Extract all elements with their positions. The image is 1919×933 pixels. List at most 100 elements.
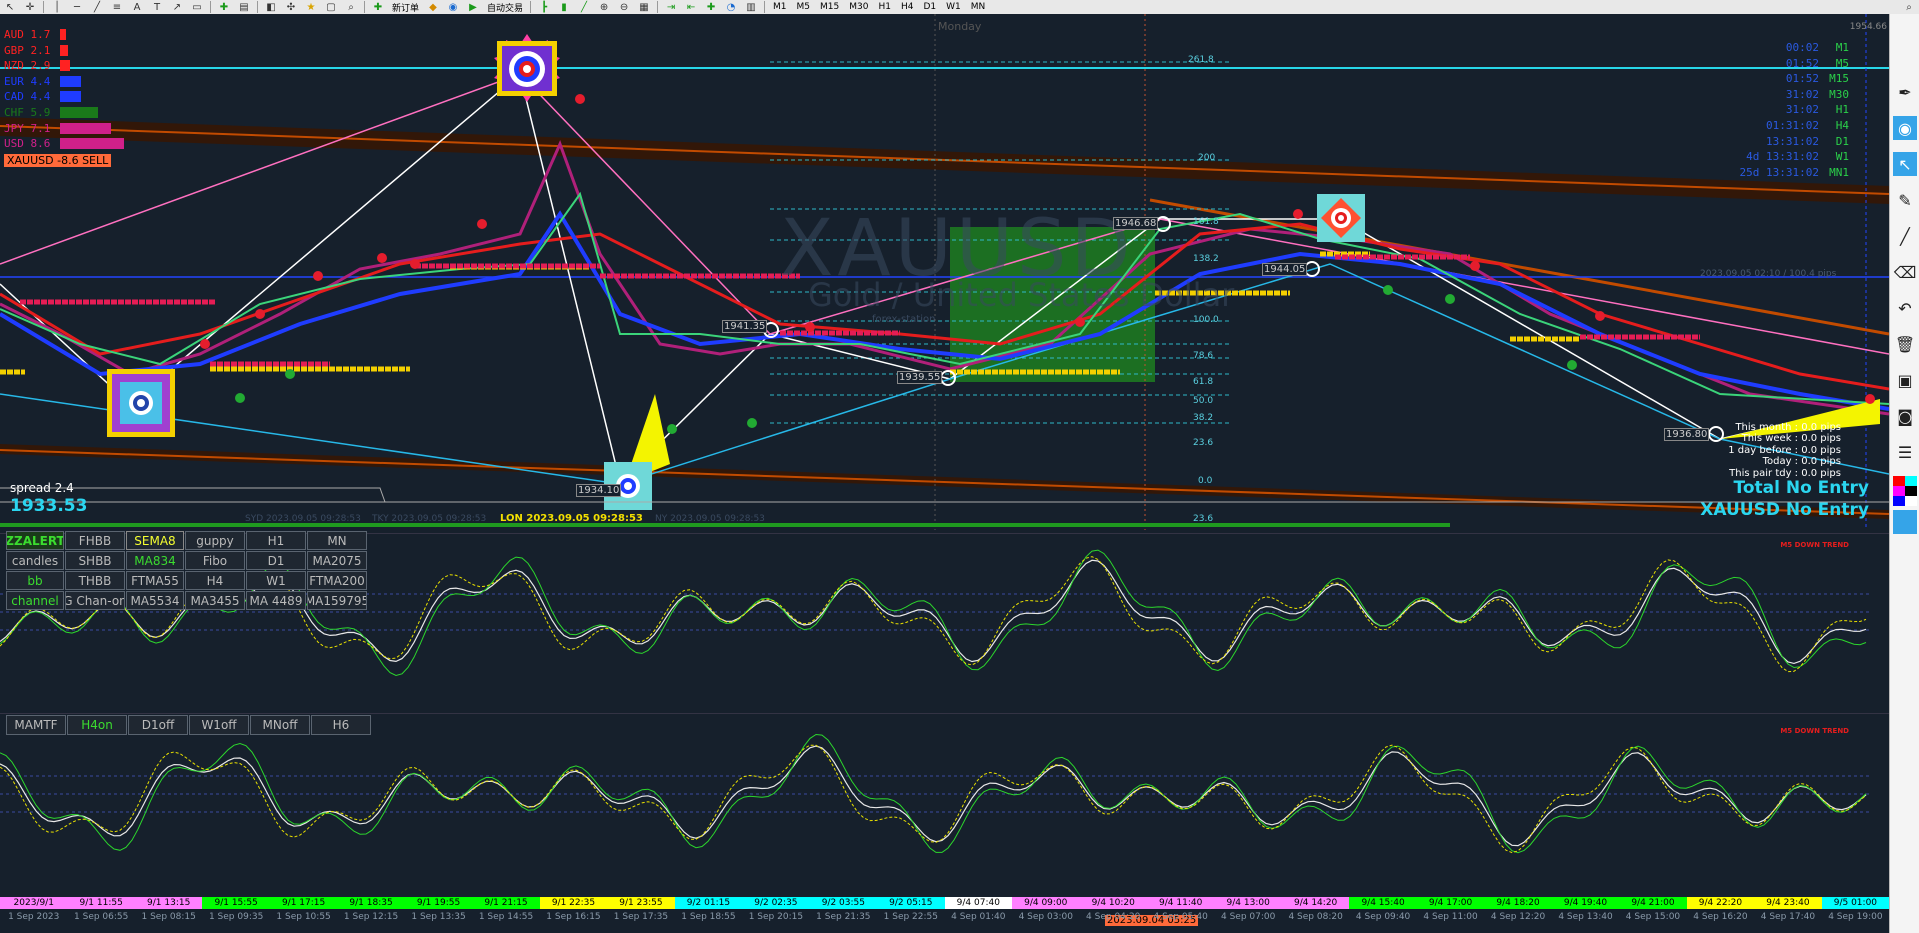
pen-icon[interactable]: ✒ bbox=[1893, 80, 1917, 104]
cursor-icon[interactable]: ↖ bbox=[1893, 152, 1917, 176]
zoom-in-icon[interactable]: ⊕ bbox=[597, 1, 611, 13]
auto-trading-button[interactable]: 自动交易 bbox=[483, 1, 527, 14]
fib-label: 23.6 bbox=[1193, 514, 1214, 524]
brush-icon[interactable]: ✎ bbox=[1893, 188, 1917, 212]
text-icon[interactable]: A bbox=[130, 1, 144, 13]
grid-button-h1[interactable]: H1 bbox=[246, 531, 306, 550]
tf-button-m5[interactable]: M5 bbox=[792, 2, 816, 12]
grid-button-ma3455[interactable]: MA3455 bbox=[185, 591, 245, 610]
mtf-button-h4on[interactable]: H4on bbox=[67, 715, 127, 735]
eye-icon[interactable]: ◉ bbox=[1893, 116, 1917, 140]
eraser-icon[interactable]: ⌫ bbox=[1893, 260, 1917, 284]
list-icon[interactable]: ☰ bbox=[1893, 440, 1917, 464]
camera-icon[interactable]: ◙ bbox=[1893, 404, 1917, 428]
scroll-icon[interactable]: ⇥ bbox=[664, 1, 678, 13]
channel-icon[interactable]: ≡ bbox=[110, 1, 124, 13]
globe-icon[interactable]: ◉ bbox=[446, 1, 460, 13]
trash-icon[interactable]: 🗑 bbox=[1893, 332, 1917, 356]
line-tool-icon[interactable]: ╱ bbox=[1893, 224, 1917, 248]
mtf-button-mamtf[interactable]: MAMTF bbox=[6, 715, 66, 735]
cursor-icon[interactable]: ↖ bbox=[3, 1, 17, 13]
search-icon[interactable]: ⌕ bbox=[1902, 1, 1916, 13]
color-palette-icon[interactable] bbox=[1893, 476, 1917, 506]
mtf-button-h6[interactable]: H6 bbox=[311, 715, 371, 735]
tf-clock-row: 01:52 M15 bbox=[1785, 72, 1849, 86]
add-icon[interactable]: ✚ bbox=[217, 1, 231, 13]
grid-button-ma4489[interactable]: MA 4489 bbox=[246, 591, 306, 610]
grid-button-shbb[interactable]: SHBB bbox=[65, 551, 125, 570]
grid-button-w1[interactable]: W1 bbox=[246, 571, 306, 590]
lower-channel-line bbox=[0, 449, 1889, 515]
mtf-button-d1off[interactable]: D1off bbox=[128, 715, 188, 735]
new-order-button[interactable]: 新订单 bbox=[388, 1, 423, 14]
history-icon[interactable]: ✣ bbox=[284, 1, 298, 13]
metaeditor-icon[interactable]: ◆ bbox=[426, 1, 440, 13]
shift-icon[interactable]: ⇤ bbox=[684, 1, 698, 13]
grid-button-ma159795[interactable]: MA159795 bbox=[307, 591, 367, 610]
candle-chart-icon[interactable]: ▮ bbox=[557, 1, 571, 13]
tf-button-d1[interactable]: D1 bbox=[918, 2, 941, 12]
main-toolbar: ↖ ✛ │ ─ ╱ ≡ A T ↗ ▭ ✚ ▤ ◧ ✣ ★ ▢ ⌕ ✚ 新订单 … bbox=[0, 0, 1919, 15]
tf-button-m30[interactable]: M30 bbox=[844, 2, 873, 12]
save-icon[interactable]: ▣ bbox=[1893, 368, 1917, 392]
grid-button-mn[interactable]: MN bbox=[307, 531, 367, 550]
grid-button-thbb[interactable]: THBB bbox=[65, 571, 125, 590]
grid-button-fhbb[interactable]: FHBB bbox=[65, 531, 125, 550]
tf-button-m1[interactable]: M1 bbox=[768, 2, 792, 12]
pair-no-entry: XAUUSD No Entry bbox=[1700, 500, 1869, 520]
currency-row: USD 8.6 bbox=[4, 137, 51, 151]
crosshair-icon[interactable]: ✛ bbox=[23, 1, 37, 13]
tf-button-h1[interactable]: H1 bbox=[873, 2, 896, 12]
date-label: 4 Sep 16:20 bbox=[1693, 912, 1748, 922]
line-chart-icon[interactable]: ╱ bbox=[577, 1, 591, 13]
indicators-icon[interactable]: ✚ bbox=[704, 1, 718, 13]
mtf-button-mnoff[interactable]: MNoff bbox=[250, 715, 310, 735]
price-chart[interactable]: XAUUSD Gold / United States Dollar forex… bbox=[0, 14, 1889, 530]
grid-button-bb[interactable]: bb bbox=[6, 571, 64, 590]
grid-button-h4[interactable]: H4 bbox=[185, 571, 245, 590]
tf-button-h4[interactable]: H4 bbox=[896, 2, 919, 12]
grid-button-gchan[interactable]: G Chan-on bbox=[65, 591, 125, 610]
color-swatch-icon[interactable] bbox=[1893, 510, 1917, 534]
template-icon[interactable]: ▥ bbox=[744, 1, 758, 13]
hline-icon[interactable]: ─ bbox=[70, 1, 84, 13]
ticker-segment: 9/2 03:55 bbox=[809, 897, 878, 909]
label-icon[interactable]: T bbox=[150, 1, 164, 13]
grid-button-ma2075[interactable]: MA2075 bbox=[307, 551, 367, 570]
trendline-icon[interactable]: ╱ bbox=[90, 1, 104, 13]
mtf-button-w1off[interactable]: W1off bbox=[189, 715, 249, 735]
fib-label: 100.0 bbox=[1193, 315, 1219, 325]
search-icon[interactable]: ⌕ bbox=[344, 1, 358, 13]
grid-button-ma5534[interactable]: MA5534 bbox=[126, 591, 184, 610]
star-icon[interactable]: ★ bbox=[304, 1, 318, 13]
profiles-icon[interactable]: ◧ bbox=[264, 1, 278, 13]
zoom-out-icon[interactable]: ⊖ bbox=[617, 1, 631, 13]
grid-button-sema8[interactable]: SEMA8 bbox=[126, 531, 184, 550]
grid-button-candles[interactable]: candles bbox=[6, 551, 64, 570]
ticker-segment: 9/4 14:20 bbox=[1281, 897, 1350, 909]
undo-icon[interactable]: ↶ bbox=[1893, 296, 1917, 320]
grid-button-zzalert[interactable]: ZZALERT bbox=[6, 531, 64, 550]
vline-icon[interactable]: │ bbox=[50, 1, 64, 13]
shapes-icon[interactable]: ▭ bbox=[190, 1, 204, 13]
period-icon[interactable]: ◔ bbox=[724, 1, 738, 13]
tile-icon[interactable]: ▦ bbox=[637, 1, 651, 13]
grid-button-ma834[interactable]: MA834 bbox=[126, 551, 184, 570]
folder-icon[interactable]: ▢ bbox=[324, 1, 338, 13]
grid-button-ftma55[interactable]: FTMA55 bbox=[126, 571, 184, 590]
tf-button-m15[interactable]: M15 bbox=[815, 2, 844, 12]
tf-button-w1[interactable]: W1 bbox=[941, 2, 966, 12]
grid-button-fibo[interactable]: Fibo bbox=[185, 551, 245, 570]
tf-button-mn[interactable]: MN bbox=[966, 2, 991, 12]
grid-button-ftma200[interactable]: FTMA200 bbox=[307, 571, 367, 590]
chart-icon[interactable]: ▤ bbox=[237, 1, 251, 13]
pips-info: This month : 0.0 pips This week : 0.0 pi… bbox=[1728, 422, 1841, 479]
bar-chart-icon[interactable]: ┣ bbox=[537, 1, 551, 13]
arrow-icon[interactable]: ↗ bbox=[170, 1, 184, 13]
grid-button-channel[interactable]: channel bbox=[6, 591, 64, 610]
grid-button-d1[interactable]: D1 bbox=[246, 551, 306, 570]
ticker-segment: 9/4 23:40 bbox=[1754, 897, 1822, 909]
oscillator-window-2[interactable]: M5 DOWN TREND bbox=[0, 713, 1889, 889]
grid-button-guppy[interactable]: guppy bbox=[185, 531, 245, 550]
ticker-segment: 9/1 22:35 bbox=[539, 897, 608, 909]
